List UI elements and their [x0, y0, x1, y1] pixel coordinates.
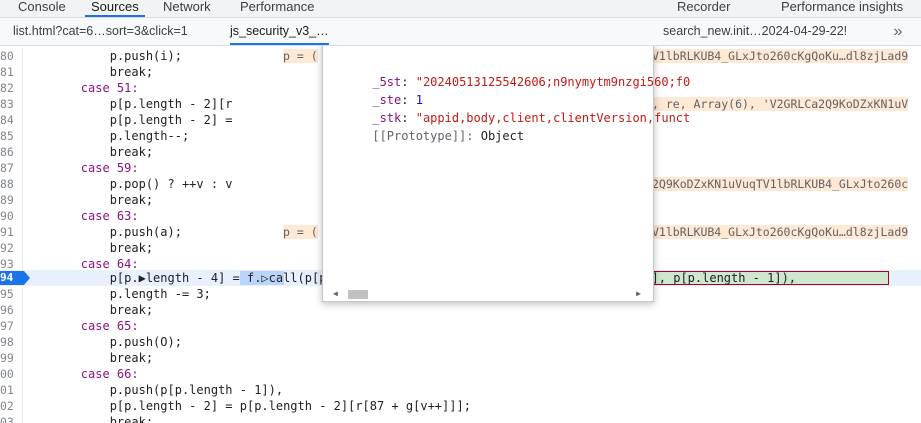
- property-value: "20240513125542606;n9nymytm9nzgi560;f0: [415, 75, 691, 89]
- inline-value: , re, Array(6), 'V2GRLCa2Q9KoDZxKN1uV: [652, 97, 909, 111]
- line-number[interactable]: 02: [0, 398, 23, 414]
- code-line: 97 case 65:: [0, 318, 921, 334]
- code-line: 98 p.push(O);: [0, 334, 921, 350]
- code-text: p.push(i);: [23, 49, 182, 63]
- code-line: 00 case 66:: [0, 366, 921, 382]
- property-key: [[Prototype]]: [372, 129, 467, 143]
- code-text: break;: [23, 351, 154, 365]
- code-line: 96 break;: [0, 302, 921, 318]
- tab-performance-insights[interactable]: Performance insights: [781, 0, 903, 17]
- inline-value: 2Q9KoDZxKN1uVuqTV1lbRLKUB4_GLxJto260c: [652, 177, 909, 191]
- line-number[interactable]: 88: [0, 176, 23, 192]
- line-number[interactable]: 01: [0, 382, 23, 398]
- code-text: p.pop() ? ++v : v: [23, 177, 233, 191]
- code-text: case 65:: [23, 319, 139, 333]
- code-line: 02 p[p.length - 2] = p[p.length - 2][r[8…: [0, 398, 921, 414]
- code-editor[interactable]: 80 p.push(i); p = ( V1lbRLKUB4_GLxJto260…: [0, 46, 921, 423]
- code-text: p.push(a);: [23, 225, 182, 239]
- popover-row[interactable]: _stk: "appid,body,client,clientVersion,f…: [329, 91, 690, 125]
- code-text: break;: [23, 65, 154, 79]
- line-number[interactable]: 98: [0, 334, 23, 350]
- code-text: p.length -= 3;: [23, 287, 211, 301]
- scroll-left-icon[interactable]: ◀: [333, 289, 338, 299]
- code-text: case 51:: [23, 81, 139, 95]
- code-text: p.push(O);: [23, 335, 182, 349]
- code-text: case 63:: [23, 209, 139, 223]
- inline-value: V1lbRLKUB4_GLxJto260cKgQoKu…dl8zjLad9: [652, 225, 909, 239]
- code-text: case 59:: [23, 161, 139, 175]
- scroll-thumb[interactable]: [348, 290, 368, 299]
- code-text: break;: [23, 415, 154, 423]
- line-number[interactable]: 89: [0, 192, 23, 208]
- code-text: p[p.length - 2] =: [23, 113, 233, 127]
- code-text: p[p.length - 2][r: [23, 97, 233, 111]
- line-number[interactable]: 99: [0, 350, 23, 366]
- popover-row[interactable]: [[Prototype]]: Object: [329, 109, 524, 143]
- inline-value: p = (: [283, 49, 318, 63]
- code-text: break;: [23, 241, 154, 255]
- property-value: Object: [480, 129, 525, 143]
- code-text: break;: [23, 145, 154, 159]
- line-number[interactable]: 80: [0, 48, 23, 64]
- tab-console[interactable]: Console: [18, 0, 66, 17]
- file-tab-js-security[interactable]: js_security_v3_…: [230, 18, 329, 45]
- line-number[interactable]: 91: [0, 224, 23, 240]
- tab-performance[interactable]: Performance: [240, 0, 314, 17]
- popover-row[interactable]: _ste: 1: [329, 73, 423, 107]
- line-number[interactable]: 00: [0, 366, 23, 382]
- line-number[interactable]: 96: [0, 302, 23, 318]
- horizontal-scrollbar[interactable]: ◀ ▶: [331, 289, 643, 299]
- file-tab-bar: list.html?cat=6…sort=3&click=1 js_securi…: [0, 18, 921, 46]
- breakpoint-marker[interactable]: 94: [0, 271, 30, 285]
- line-number[interactable]: 84: [0, 112, 23, 128]
- line-number[interactable]: 83: [0, 96, 23, 112]
- line-number[interactable]: 03: [0, 414, 23, 423]
- code-text: p[p.length - 2] = p[p.length - 2][r[87 +…: [23, 399, 471, 413]
- code-line: 01 p.push(p[p.length - 1]),: [0, 382, 921, 398]
- line-number[interactable]: 90: [0, 208, 23, 224]
- code-text: p.length--;: [23, 129, 190, 143]
- inline-value: V1lbRLKUB4_GLxJto260cKgQoKu…dl8zjLad9: [652, 49, 909, 63]
- tab-sources[interactable]: Sources: [85, 0, 145, 17]
- code-line: 99 break;: [0, 350, 921, 366]
- object-preview-popover[interactable]: _5st: "20240513125542606;n9nymytm9nzgi56…: [322, 46, 690, 302]
- line-number[interactable]: 81: [0, 64, 23, 80]
- tab-network[interactable]: Network: [163, 0, 211, 17]
- line-number[interactable]: 95: [0, 286, 23, 302]
- line-number[interactable]: 82: [0, 80, 23, 96]
- code-text: p.push(p[p.length - 1]),: [23, 383, 284, 397]
- code-text: break;: [23, 303, 154, 317]
- scroll-right-icon[interactable]: ▶: [636, 289, 641, 299]
- code-text: case 66:: [23, 367, 139, 381]
- devtools-tab-bar: Console Sources Network Performance Reco…: [0, 0, 921, 18]
- popover-row[interactable]: _5st: "20240513125542606;n9nymytm9nzgi56…: [329, 55, 690, 89]
- file-tab-list-html[interactable]: list.html?cat=6…sort=3&click=1: [13, 18, 188, 45]
- file-tab-search-new[interactable]: search_new.init…2024-04-29-22!: [663, 18, 847, 45]
- tab-recorder[interactable]: Recorder: [677, 0, 730, 17]
- line-number[interactable]: 87: [0, 160, 23, 176]
- inline-value: p = (: [283, 225, 318, 239]
- line-number[interactable]: 92: [0, 240, 23, 256]
- code-line: 03 break;: [0, 414, 921, 423]
- code-text: break;: [23, 193, 154, 207]
- line-number[interactable]: 97: [0, 318, 23, 334]
- more-tabs-chevron-icon[interactable]: »: [883, 18, 913, 45]
- line-number[interactable]: 86: [0, 144, 23, 160]
- line-number[interactable]: 85: [0, 128, 23, 144]
